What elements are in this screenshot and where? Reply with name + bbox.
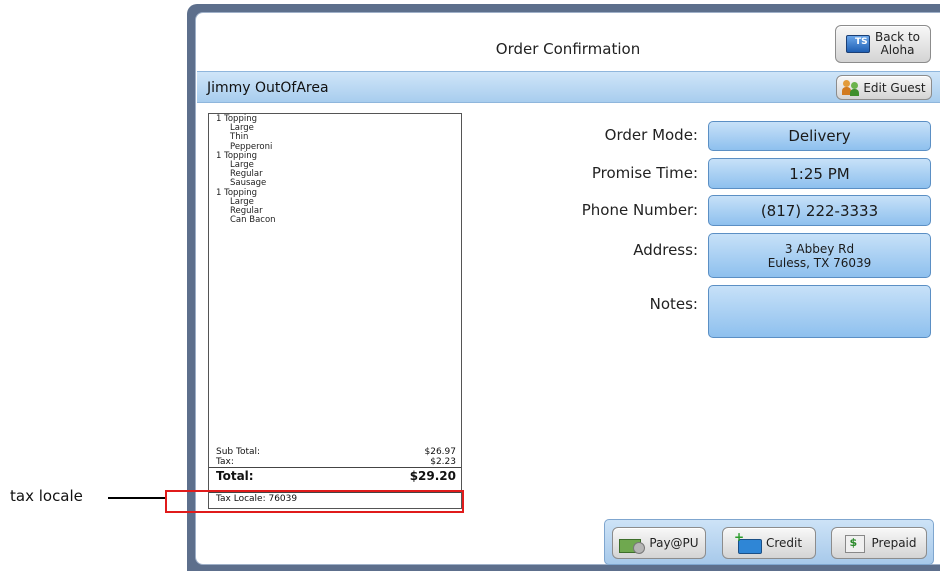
promise-time-label: Promise Time: xyxy=(591,164,698,182)
edit-guest-button[interactable]: Edit Guest xyxy=(836,75,932,100)
back-to-aloha-button[interactable]: TS Back to Aloha xyxy=(835,25,931,63)
prepaid-icon: $ xyxy=(842,534,868,553)
item-modifier: Can Bacon xyxy=(230,215,276,226)
address-line2: Euless, TX 76039 xyxy=(767,255,872,270)
subtotal-row: Sub Total: $26.97 xyxy=(216,447,456,457)
prepaid-button[interactable]: $ Prepaid xyxy=(831,527,927,559)
credit-label: Credit xyxy=(765,536,803,550)
total-value: $29.20 xyxy=(409,469,456,483)
total-label: Total: xyxy=(216,469,254,483)
phone-number-value: (817) 222-3333 xyxy=(760,201,879,220)
window-title: Order Confirmation xyxy=(495,40,641,58)
receipt-items: 1 Topping Large Thin Pepperoni 1 Topping… xyxy=(216,114,276,226)
guest-bar: Jimmy OutOfArea Edit Guest xyxy=(197,71,940,103)
promise-time-value: 1:25 PM xyxy=(789,164,850,183)
credit-card-icon: + xyxy=(734,530,762,554)
back-button-line2: Aloha xyxy=(880,43,915,57)
payment-options: Pay@PU + Credit $ Prepaid xyxy=(604,519,934,565)
prepaid-label: Prepaid xyxy=(871,536,917,550)
notes-button[interactable] xyxy=(708,285,931,338)
people-icon xyxy=(842,79,860,96)
notes-label: Notes: xyxy=(649,295,698,313)
order-receipt: 1 Topping Large Thin Pepperoni 1 Topping… xyxy=(208,113,462,509)
tax-locale-highlight-box xyxy=(165,490,464,513)
phone-number-label: Phone Number: xyxy=(581,201,698,219)
promise-time-button[interactable]: 1:25 PM xyxy=(708,158,931,189)
pay-at-pickup-label: Pay@PU xyxy=(649,536,699,550)
pay-at-pickup-button[interactable]: Pay@PU xyxy=(612,527,706,559)
address-button[interactable]: 3 Abbey Rd Euless, TX 76039 xyxy=(708,233,931,278)
ts-monitor-icon: TS xyxy=(846,33,872,55)
order-mode-value: Delivery xyxy=(788,127,851,145)
content-panel: Order Confirmation TS Back to Aloha Jimm… xyxy=(195,12,940,565)
tax-label: Tax: xyxy=(216,457,234,467)
tax-divider xyxy=(209,467,461,468)
tax-locale-annotation-label: tax locale xyxy=(10,487,83,505)
credit-button[interactable]: + Credit xyxy=(722,527,816,559)
tax-value: $2.23 xyxy=(430,457,456,467)
order-confirmation-window: Order Confirmation TS Back to Aloha Jimm… xyxy=(187,4,940,571)
order-mode-button[interactable]: Delivery xyxy=(708,121,931,151)
subtotal-value: $26.97 xyxy=(424,447,457,457)
tax-row: Tax: $2.23 xyxy=(216,457,456,467)
address-label: Address: xyxy=(633,241,698,259)
cash-icon xyxy=(619,534,646,554)
annotation-pointer-line xyxy=(108,497,166,499)
subtotal-label: Sub Total: xyxy=(216,447,261,457)
address-line1: 3 Abbey Rd xyxy=(784,241,855,256)
order-mode-label: Order Mode: xyxy=(604,126,698,144)
guest-name: Jimmy OutOfArea xyxy=(207,80,329,96)
total-row: Total: $29.20 xyxy=(216,469,456,483)
phone-number-button[interactable]: (817) 222-3333 xyxy=(708,195,931,226)
edit-guest-label: Edit Guest xyxy=(863,80,926,95)
